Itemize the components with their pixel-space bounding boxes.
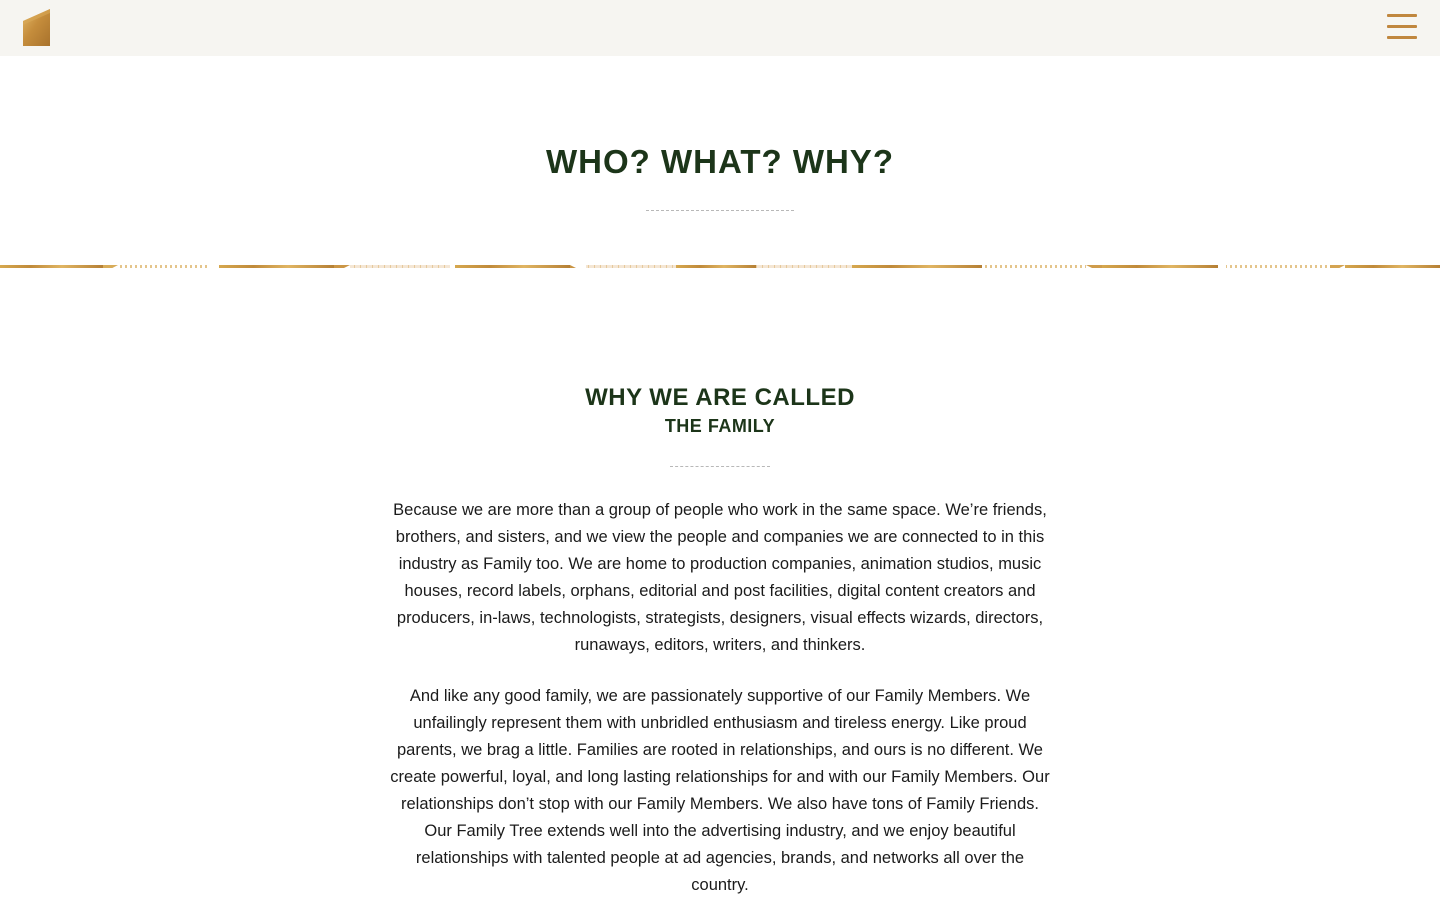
decorative-gold-band [0, 260, 1440, 268]
title-divider [646, 210, 794, 211]
home-logo-link[interactable] [23, 9, 51, 46]
section-heading: WHY WE ARE CALLED THE FAMILY [0, 383, 1440, 439]
section-divider [670, 466, 770, 467]
section-body: Because we are more than a group of peop… [385, 497, 1055, 923]
building-logo-icon [23, 9, 50, 46]
body-paragraph-1: Because we are more than a group of peop… [393, 501, 1047, 654]
hamburger-menu-icon[interactable] [1387, 14, 1419, 40]
section-heading-line2: THE FAMILY [664, 416, 776, 436]
top-bar [0, 0, 1440, 56]
page-title: WHO? WHAT? WHY? [546, 143, 894, 180]
body-paragraph-2: And like any good family, we are passion… [390, 687, 1050, 894]
section-heading-line1: WHY WE ARE CALLED [585, 384, 855, 411]
